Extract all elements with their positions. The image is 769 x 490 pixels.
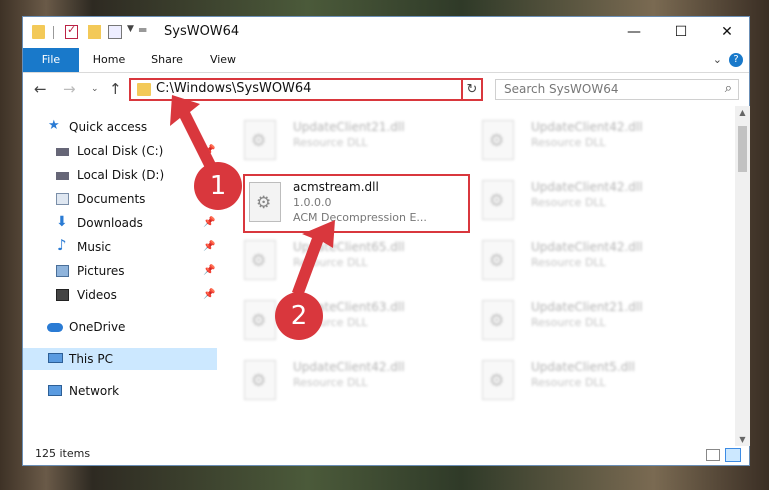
pin-icon[interactable]: 📌 <box>203 140 215 162</box>
scroll-thumb[interactable] <box>738 126 747 172</box>
vertical-scrollbar[interactable]: ▲ ▼ <box>735 106 750 446</box>
chevron-down-icon[interactable]: ▼ <box>127 24 134 34</box>
computer-icon <box>48 353 63 363</box>
window-title: SysWOW64 <box>164 24 240 39</box>
videos-icon <box>56 289 69 301</box>
music-icon: ♪ <box>57 236 67 254</box>
list-item[interactable]: UpdateClient5.dll Resource DLL <box>476 354 706 406</box>
network-icon <box>48 385 62 396</box>
folder-icon <box>137 83 151 96</box>
title-bar: ▼ ═ SysWOW64 — ☐ ✕ <box>23 17 749 48</box>
file-description: ACM Decompression E... <box>293 211 427 224</box>
expand-ribbon-icon[interactable]: ⌄ <box>713 53 722 66</box>
file-explorer-window: ▼ ═ SysWOW64 — ☐ ✕ File Home Share View … <box>22 16 750 466</box>
refresh-button[interactable]: ↻ <box>461 78 483 101</box>
list-item[interactable]: UpdateClient63.dll Resource DLL <box>238 294 468 346</box>
search-input[interactable]: Search SysWOW64 ⌕ <box>495 79 739 100</box>
cloud-icon <box>47 323 63 332</box>
dll-file-icon <box>244 120 276 160</box>
up-button[interactable]: ↑ <box>109 80 122 98</box>
dll-file-icon <box>482 120 514 160</box>
navigation-pane: ★ Quick access Local Disk (C:) 📌 Local D… <box>23 116 217 446</box>
search-icon[interactable]: ⌕ <box>725 81 732 96</box>
list-item[interactable]: UpdateClient42.dll Resource DLL <box>476 114 706 166</box>
help-icon[interactable]: ? <box>729 53 743 67</box>
sidebar-item-quick-access[interactable]: ★ Quick access <box>23 116 217 138</box>
file-name: acmstream.dll <box>293 180 379 194</box>
properties-check-icon[interactable] <box>65 23 78 39</box>
file-version: 1.0.0.0 <box>293 196 332 209</box>
sidebar-item-downloads[interactable]: ⬇ Downloads 📌 <box>23 212 217 234</box>
search-placeholder: Search SysWOW64 <box>504 82 619 96</box>
back-button[interactable]: ← <box>34 80 47 98</box>
dll-file-icon <box>482 240 514 280</box>
dll-file-icon <box>244 300 276 340</box>
step-1-badge: 1 <box>194 162 242 210</box>
file-list: UpdateClient21.dll Resource DLL UpdateCl… <box>218 106 736 446</box>
pictures-icon <box>56 265 69 277</box>
list-item[interactable]: UpdateClient21.dll Resource DLL <box>238 114 468 166</box>
address-path[interactable]: C:\Windows\SysWOW64 <box>156 81 311 96</box>
customize-toolbar-icon[interactable]: ═ <box>139 23 146 37</box>
navigation-bar: ← → ⌄ ↑ C:\Windows\SysWOW64 ↻ Search Sys… <box>23 74 749 106</box>
list-item[interactable]: UpdateClient42.dll Resource DLL <box>238 354 468 406</box>
scroll-up-icon[interactable]: ▲ <box>735 108 750 117</box>
list-item[interactable]: UpdateClient42.dll Resource DLL <box>476 234 706 286</box>
list-item[interactable]: UpdateClient21.dll Resource DLL <box>476 294 706 346</box>
pin-icon[interactable]: 📌 <box>203 212 215 234</box>
drive-icon <box>56 148 69 156</box>
selected-file-acmstream[interactable]: acmstream.dll 1.0.0.0 ACM Decompression … <box>247 178 465 230</box>
pin-icon[interactable]: 📌 <box>203 236 215 258</box>
ribbon-tabs: File Home Share View ⌄ ? <box>23 48 749 73</box>
new-folder-icon[interactable] <box>88 25 101 39</box>
sidebar-item-videos[interactable]: Videos 📌 <box>23 284 217 306</box>
documents-icon <box>56 193 69 205</box>
divider <box>53 26 54 39</box>
dll-file-icon <box>244 360 276 400</box>
dll-file-icon <box>249 182 281 222</box>
quick-access-toolbar-icon[interactable] <box>108 25 122 39</box>
address-bar[interactable]: C:\Windows\SysWOW64 <box>129 78 483 101</box>
item-count: 125 items <box>35 447 91 460</box>
scroll-down-icon[interactable]: ▼ <box>735 435 750 444</box>
sidebar-item-network[interactable]: Network <box>23 380 217 402</box>
sidebar-item-this-pc[interactable]: This PC <box>23 348 217 370</box>
dll-file-icon <box>244 240 276 280</box>
list-item[interactable]: UpdateClient65.dll Resource DLL <box>238 234 468 286</box>
sidebar-item-local-disk-c[interactable]: Local Disk (C:) 📌 <box>23 140 217 162</box>
dll-file-icon <box>482 360 514 400</box>
pin-icon[interactable]: 📌 <box>203 260 215 282</box>
forward-button[interactable]: → <box>63 80 76 98</box>
folder-icon <box>32 25 45 39</box>
sidebar-item-music[interactable]: ♪ Music 📌 <box>23 236 217 258</box>
list-item[interactable]: UpdateClient42.dll Resource DLL <box>476 174 706 226</box>
details-view-icon[interactable] <box>706 449 720 461</box>
recent-locations-button[interactable]: ⌄ <box>91 84 99 94</box>
star-icon: ★ <box>48 118 60 133</box>
large-icons-view-icon[interactable] <box>725 448 741 462</box>
sidebar-item-pictures[interactable]: Pictures 📌 <box>23 260 217 282</box>
maximize-button[interactable]: ☐ <box>658 17 704 48</box>
close-button[interactable]: ✕ <box>704 17 750 48</box>
status-bar: 125 items <box>23 446 749 466</box>
pin-icon[interactable]: 📌 <box>203 284 215 306</box>
tab-view[interactable]: View <box>201 48 245 72</box>
tab-file[interactable]: File <box>23 48 79 72</box>
sidebar-item-local-disk-d[interactable]: Local Disk (D:) 📌 <box>23 164 217 186</box>
step-2-badge: 2 <box>275 292 323 340</box>
sidebar-item-documents[interactable]: Documents 📌 <box>23 188 217 210</box>
tab-home[interactable]: Home <box>85 48 133 72</box>
minimize-button[interactable]: — <box>611 17 657 48</box>
dll-file-icon <box>482 180 514 220</box>
dll-file-icon <box>482 300 514 340</box>
sidebar-item-onedrive[interactable]: OneDrive <box>23 316 217 338</box>
tab-share[interactable]: Share <box>143 48 191 72</box>
download-icon: ⬇ <box>56 214 68 230</box>
drive-icon <box>56 172 69 180</box>
